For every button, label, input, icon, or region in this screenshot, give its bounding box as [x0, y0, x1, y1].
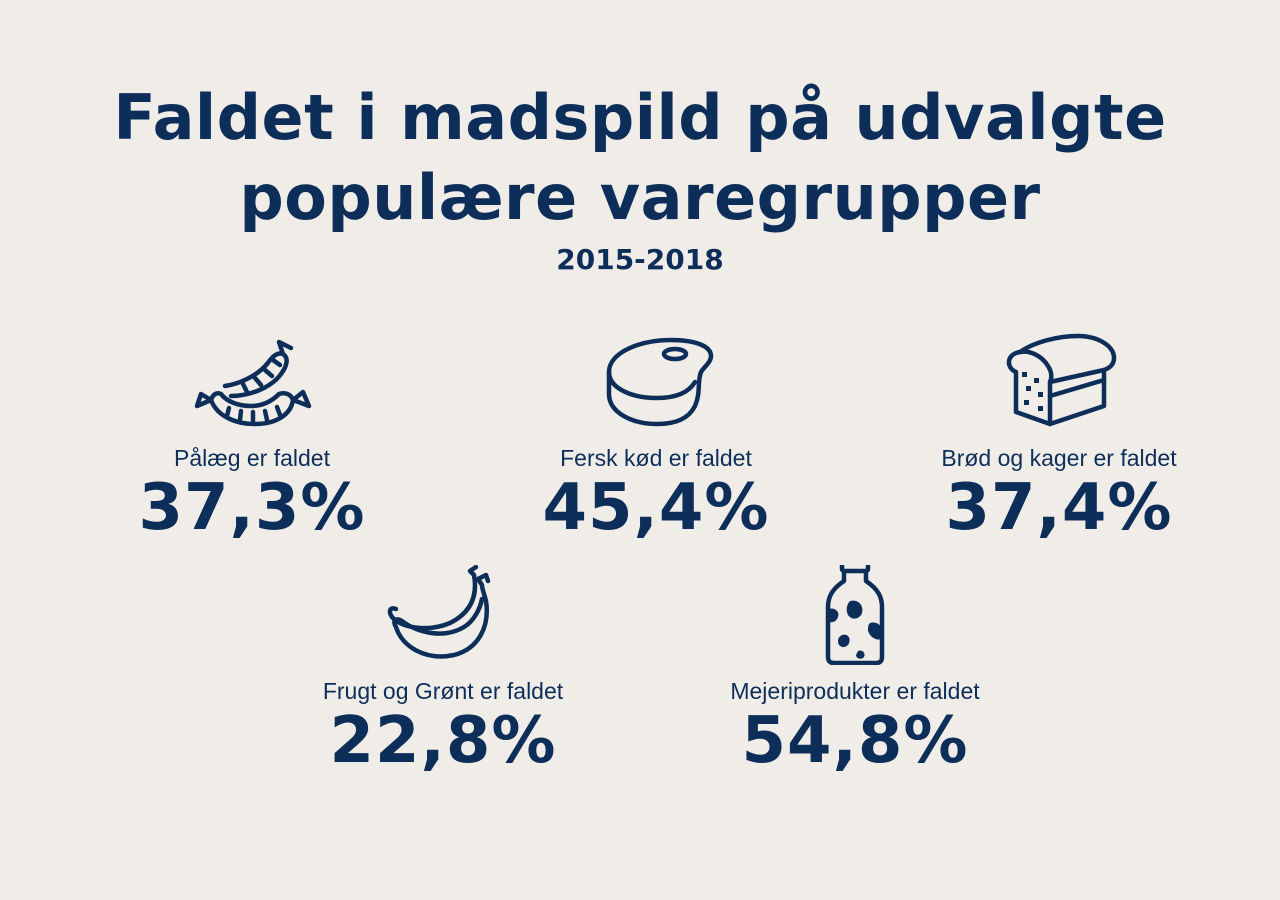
stat-label: Mejeriprodukter er faldet: [730, 678, 980, 704]
stat-frugt-og-gront: Frugt og Grønt er faldet 22,8%: [273, 565, 613, 777]
stat-label: Frugt og Grønt er faldet: [322, 678, 564, 704]
stat-label: Pålæg er faldet: [174, 445, 330, 471]
title-line-1: Faldet i madspild på udvalgte: [113, 81, 1167, 154]
page-title: Faldet i madspild på udvalgte populære v…: [0, 78, 1280, 238]
stat-palaeg: Pålæg er faldet 37,3%: [82, 332, 422, 544]
milk-bottle-icon: [685, 565, 1025, 665]
stat-value: 54,8%: [741, 704, 969, 778]
stat-value: 22,8%: [329, 704, 557, 778]
stat-brod-og-kager: Brød og kager er faldet 37,4%: [889, 332, 1229, 544]
subtitle-years: 2015-2018: [556, 243, 724, 276]
stat-mejeriprodukter: Mejeriprodukter er faldet 54,8%: [685, 565, 1025, 777]
stat-fersk-kod: Fersk kød er faldet 45,4%: [486, 332, 826, 544]
sausage-icon: [82, 332, 422, 432]
title-line-2: populære varegrupper: [239, 161, 1041, 234]
stat-value: 37,3%: [138, 471, 366, 545]
banana-icon: [273, 565, 613, 665]
bread-icon: [889, 332, 1229, 432]
stat-value: 45,4%: [542, 471, 770, 545]
stat-label: Brød og kager er faldet: [941, 445, 1177, 471]
steak-icon: [486, 332, 826, 432]
stat-value: 37,4%: [945, 471, 1173, 545]
stat-label: Fersk kød er faldet: [560, 445, 752, 471]
